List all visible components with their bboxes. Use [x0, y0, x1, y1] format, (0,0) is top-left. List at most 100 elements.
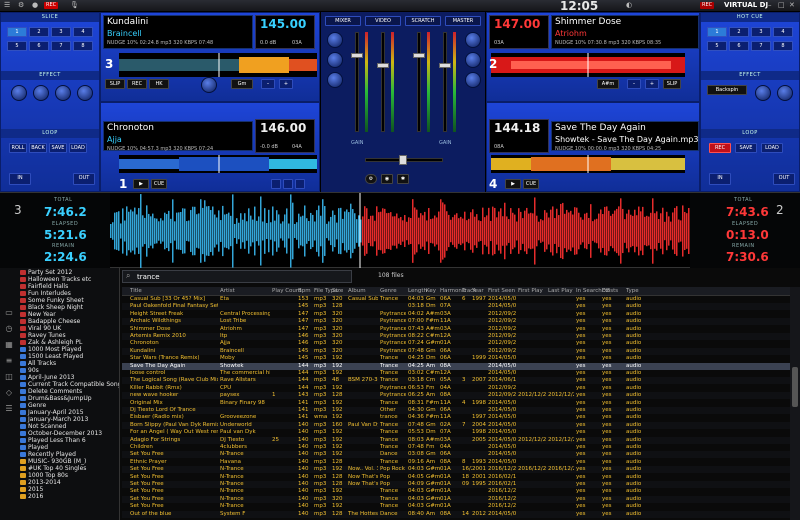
- effects-icon[interactable]: ◇: [2, 388, 16, 398]
- rec-badge-right[interactable]: REC: [700, 2, 715, 9]
- folder-item[interactable]: Played: [19, 444, 48, 451]
- hotcue-pad-1[interactable]: 1: [707, 27, 727, 37]
- folder-item[interactable]: Some Funky Sheet: [20, 297, 84, 304]
- eq-knob-3[interactable]: [327, 72, 343, 88]
- deck-1-loop-1[interactable]: [271, 179, 281, 189]
- column-header[interactable]: Length: [408, 287, 427, 296]
- table-row[interactable]: Artemis Remix 2010 Itp 146 mp3 320 Psytrance 0…: [122, 333, 790, 340]
- maximize-icon[interactable]: □: [778, 1, 785, 10]
- folder-item[interactable]: October-December 2013: [19, 430, 102, 437]
- hotcue-pad-8[interactable]: 8: [773, 41, 793, 51]
- folder-item[interactable]: Recently Played: [20, 451, 76, 458]
- column-header[interactable]: Title: [130, 287, 142, 296]
- right-rec-button[interactable]: REC: [709, 143, 731, 153]
- eq-knob-6[interactable]: [465, 72, 481, 88]
- pad-4[interactable]: 4: [73, 27, 93, 37]
- loop-out-button[interactable]: OUT: [73, 173, 95, 185]
- deck-3-key-button[interactable]: Gm: [231, 79, 253, 89]
- folder-item[interactable]: Halloween Tracks etc: [19, 276, 91, 283]
- folder-item[interactable]: 1000 Top 80s: [20, 472, 68, 479]
- menu-icon[interactable]: ☰: [4, 1, 10, 10]
- deck-3-waveform[interactable]: [119, 53, 317, 77]
- table-row[interactable]: Set You Free N-Trance 140 mp3 128 Now That's …: [122, 481, 790, 488]
- channel-fader-3[interactable]: [351, 32, 363, 132]
- overview-wave[interactable]: [110, 193, 690, 269]
- table-row[interactable]: Height Street Freak Central Processing U.…: [122, 311, 790, 318]
- table-row[interactable]: Save The Day Again Showtek 144 mp3 192 Trance…: [122, 362, 790, 370]
- folder-item[interactable]: 90s: [20, 367, 39, 374]
- rec-badge[interactable]: REC: [44, 2, 59, 9]
- deck-2-minus-button[interactable]: –: [627, 79, 641, 89]
- table-row[interactable]: Dj Tiesto Lord Of Trance 141 mp3 192 Other 04…: [122, 407, 790, 414]
- folder-item[interactable]: Fairfield Halls: [19, 283, 68, 290]
- mixer-gear-icon[interactable]: ✱: [397, 174, 409, 184]
- table-row[interactable]: Adagio For Strings DJ Tiesto 25 140 mp3 192 Tr…: [122, 436, 790, 444]
- eq-knob-5[interactable]: [465, 52, 481, 68]
- tab-video[interactable]: VIDEO: [365, 16, 401, 26]
- folder-item[interactable]: Genre: [19, 402, 46, 409]
- gear-icon[interactable]: ⚙: [18, 1, 24, 10]
- column-header[interactable]: Artist: [220, 287, 235, 296]
- hotcue-pad-6[interactable]: 6: [729, 41, 749, 51]
- pad-8[interactable]: 8: [73, 41, 93, 51]
- folder-item[interactable]: Black Sheep Night: [20, 304, 83, 311]
- hotcue-pad-3[interactable]: 3: [751, 27, 771, 37]
- deck-1-waveform[interactable]: [119, 155, 317, 173]
- deck-1-cue-button[interactable]: CUE: [151, 179, 167, 189]
- column-header[interactable]: Type: [626, 287, 639, 296]
- deck-1-loop-2[interactable]: [283, 179, 293, 189]
- right-out-button[interactable]: OUT: [773, 173, 795, 185]
- deck-2-waveform[interactable]: [491, 53, 685, 77]
- folder-item[interactable]: 1000 Most Played: [19, 346, 81, 353]
- column-header[interactable]: Last Play: [548, 287, 573, 296]
- folder-item[interactable]: Zak & Ashleigh PL: [19, 339, 82, 346]
- column-header[interactable]: Year: [472, 287, 484, 296]
- deck-2-key-button[interactable]: A#m: [597, 79, 619, 89]
- table-row[interactable]: Casual Sub [33 Or 45? Mix] Eta 153 mp3 320 Ca…: [122, 296, 790, 303]
- hotcue-pad-7[interactable]: 7: [751, 41, 771, 51]
- folder-item[interactable]: January-April 2015: [20, 409, 84, 416]
- right-effect-knob-2[interactable]: [777, 85, 793, 101]
- column-header[interactable]: Bpm: [298, 287, 311, 296]
- deck-4-play-button[interactable]: ▶: [505, 179, 521, 189]
- column-header[interactable]: First Play: [518, 287, 543, 296]
- table-row[interactable]: Original Mix Binary Finary 98 141 mp3 192 Tra…: [122, 400, 790, 407]
- hotcue-pad-4[interactable]: 4: [773, 27, 793, 37]
- folder-item[interactable]: January-March 2013: [19, 416, 88, 423]
- right-save-button[interactable]: SAVE: [735, 143, 757, 153]
- record-icon[interactable]: ●: [32, 1, 38, 10]
- effect-knob-2[interactable]: [33, 85, 49, 101]
- deck-3-sampler-knob[interactable]: [201, 77, 217, 93]
- tab-master[interactable]: MASTER: [445, 16, 481, 26]
- table-row[interactable]: Children 4clubbers 140 mp3 192 Trance 07:48 Fm 0…: [122, 444, 790, 451]
- deck-1-play-button[interactable]: ▶: [133, 179, 149, 189]
- pad-3[interactable]: 3: [51, 27, 71, 37]
- column-header[interactable]: Album: [348, 287, 366, 296]
- folder-item[interactable]: New Year: [20, 311, 56, 318]
- hotcue-pad-5[interactable]: 5: [707, 41, 727, 51]
- table-row[interactable]: new wave hooker paysex 1 143 mp3 128 Psytrance…: [122, 392, 790, 400]
- deck-1-loop-3[interactable]: [295, 179, 305, 189]
- column-header[interactable]: Genre: [380, 287, 397, 296]
- right-in-button[interactable]: IN: [709, 173, 731, 185]
- pad-2[interactable]: 2: [29, 27, 49, 37]
- folder-item[interactable]: 1500 Least Played: [19, 353, 83, 360]
- folder-item[interactable]: Current Track Compatible Songs: [20, 381, 119, 388]
- folder-item[interactable]: Drum&Bass&JumpUp: [20, 395, 92, 402]
- close-icon[interactable]: ✕: [789, 1, 795, 10]
- table-row[interactable]: Ethnic Prayer Havana 140 mp3 128 Trance 09:16 A…: [122, 459, 790, 466]
- pad-5[interactable]: 5: [7, 41, 27, 51]
- table-row[interactable]: Set You Free N-Trance 140 mp3 192 Now.. Vol. …: [122, 466, 790, 474]
- table-row[interactable]: Born Slippy (Paul Van Dyk Remix) Underwor…: [122, 421, 790, 429]
- folder-item[interactable]: Viral 90 UK: [19, 325, 61, 332]
- folder-item[interactable]: Fun Interludes: [20, 290, 71, 297]
- loop-back-button[interactable]: BACK: [29, 143, 47, 153]
- deck-4-waveform[interactable]: [491, 155, 685, 173]
- tab-mixer[interactable]: MIXER: [325, 16, 361, 26]
- channel-fader-4[interactable]: [439, 32, 451, 132]
- scroll-thumb[interactable]: [792, 367, 798, 407]
- folder-item[interactable]: All Tracks: [19, 360, 56, 367]
- deck-3-plus-button[interactable]: +: [279, 79, 293, 89]
- pad-7[interactable]: 7: [51, 41, 71, 51]
- column-header[interactable]: Key: [426, 287, 436, 296]
